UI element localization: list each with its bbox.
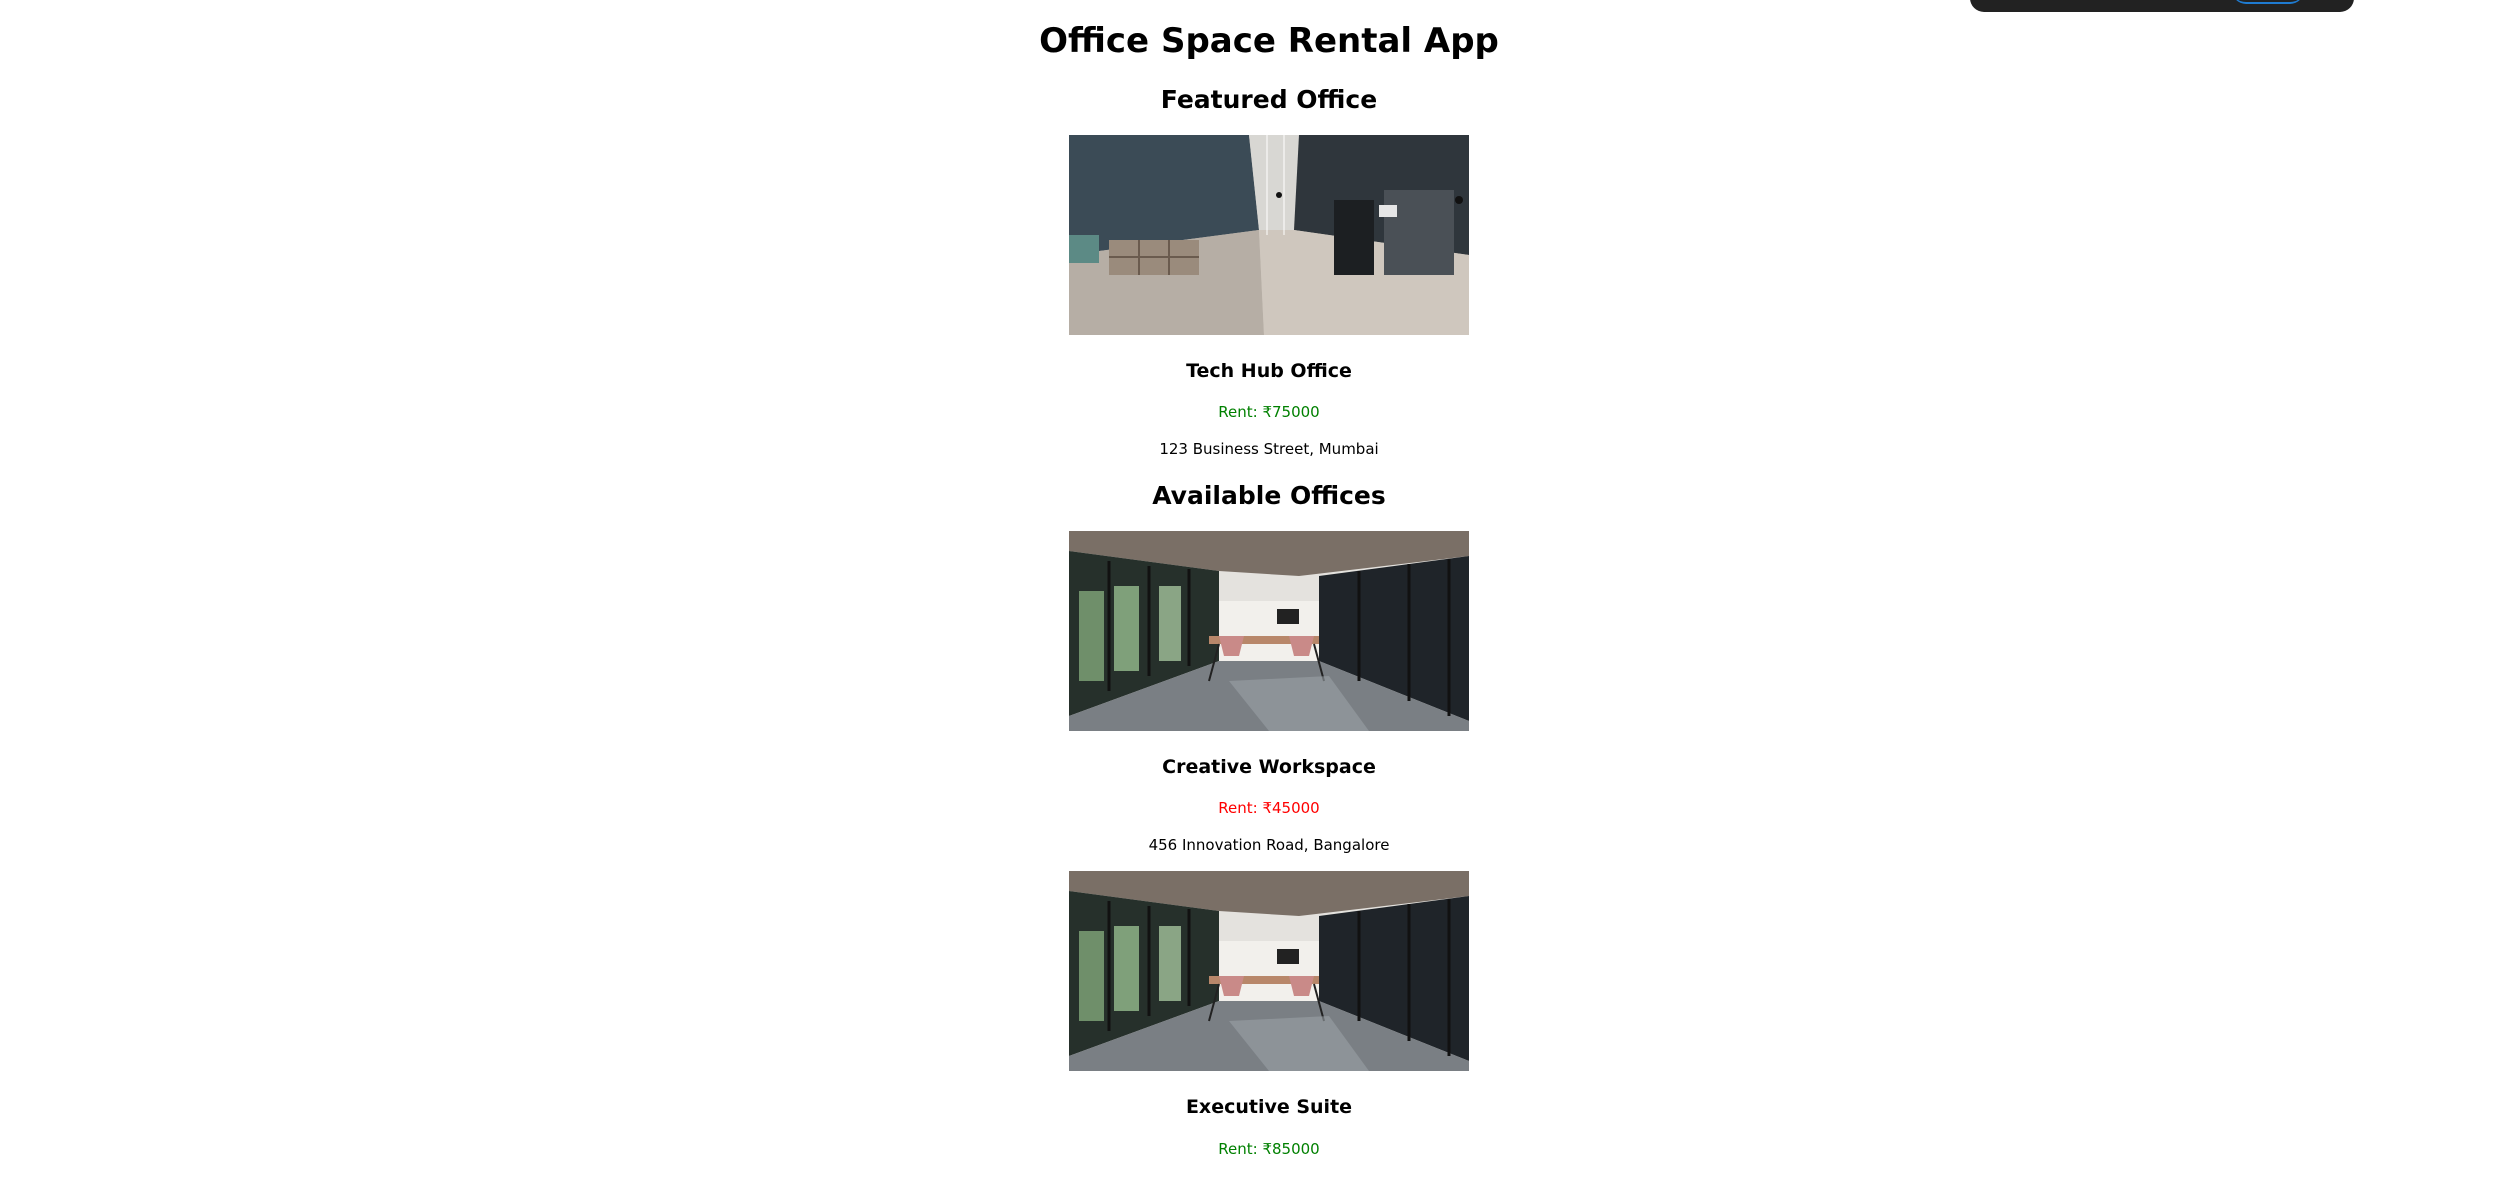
office-card-rent-executive: Rent: ₹85000 [1218,1140,1320,1158]
page: Office Space Rental App Featured Office [0,0,2495,1179]
available-heading: Available Offices [1152,481,1386,510]
featured-office-image [1069,135,1469,335]
office-card-address-creative: 456 Innovation Road, Bangalore [1148,836,1390,854]
featured-office-address: 123 Business Street, Mumbai [1159,440,1379,458]
featured-heading: Featured Office [1160,85,1378,114]
overlay-toolbar-button[interactable] [2232,0,2304,4]
office-card-image-creative [1069,531,1469,731]
office-card-rent-creative: Rent: ₹45000 [1218,799,1320,817]
overlay-toolbar[interactable] [1970,0,2354,12]
featured-office-rent: Rent: ₹75000 [1218,403,1320,421]
office-card-name-executive: Executive Suite [1185,1096,1353,1118]
office-card-name-creative: Creative Workspace [1162,756,1376,778]
page-title: Office Space Rental App [1039,21,1499,61]
office-card-image-executive [1069,871,1469,1071]
featured-office-name: Tech Hub Office [1186,360,1352,382]
